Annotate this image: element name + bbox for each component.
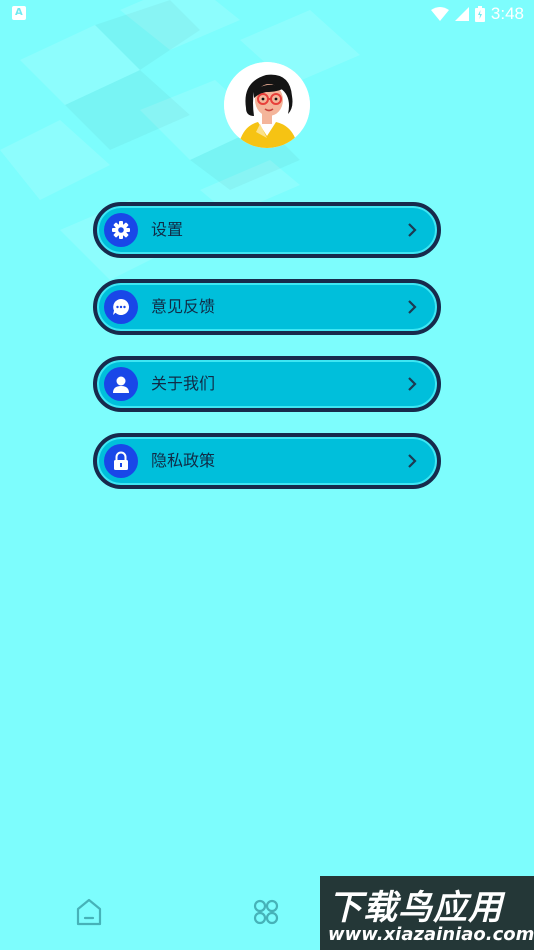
watermark-url: www.xiazainiao.com <box>328 924 534 945</box>
nav-apps[interactable] <box>250 896 282 928</box>
gear-icon <box>104 213 138 247</box>
wifi-icon <box>430 7 449 21</box>
notification-letter: A <box>15 7 23 18</box>
grid-icon <box>253 899 279 925</box>
signal-icon <box>454 7 469 21</box>
privacy-policy-menu-item[interactable]: 隐私政策 <box>93 433 441 489</box>
settings-label: 设置 <box>151 220 184 239</box>
feedback-label: 意见反馈 <box>151 297 216 316</box>
status-time: 3:48 <box>490 4 524 23</box>
status-bar: A 3:48 <box>0 0 534 28</box>
user-avatar[interactable] <box>224 62 310 148</box>
app-notification-icon: A <box>12 6 26 20</box>
lock-icon <box>104 444 138 478</box>
settings-menu-item[interactable]: 设置 <box>93 202 441 258</box>
home-icon <box>76 898 102 926</box>
chevron-right-icon <box>408 223 417 237</box>
woman-avatar-illustration <box>224 62 310 148</box>
about-us-label: 关于我们 <box>151 374 216 393</box>
chevron-right-icon <box>408 300 417 314</box>
feedback-menu-item[interactable]: 意见反馈 <box>93 279 441 335</box>
privacy-policy-label: 隐私政策 <box>151 451 216 470</box>
status-icons: 3:48 <box>430 3 524 25</box>
chat-bubble-icon <box>104 290 138 324</box>
battery-icon <box>474 6 485 22</box>
chevron-right-icon <box>408 454 417 468</box>
watermark-title: 下载鸟应用 <box>328 888 503 928</box>
nav-home[interactable] <box>73 896 105 928</box>
watermark-overlay: 下载鸟应用 www.xiazainiao.com <box>320 876 534 950</box>
chevron-right-icon <box>408 377 417 391</box>
about-us-menu-item[interactable]: 关于我们 <box>93 356 441 412</box>
person-icon <box>104 367 138 401</box>
